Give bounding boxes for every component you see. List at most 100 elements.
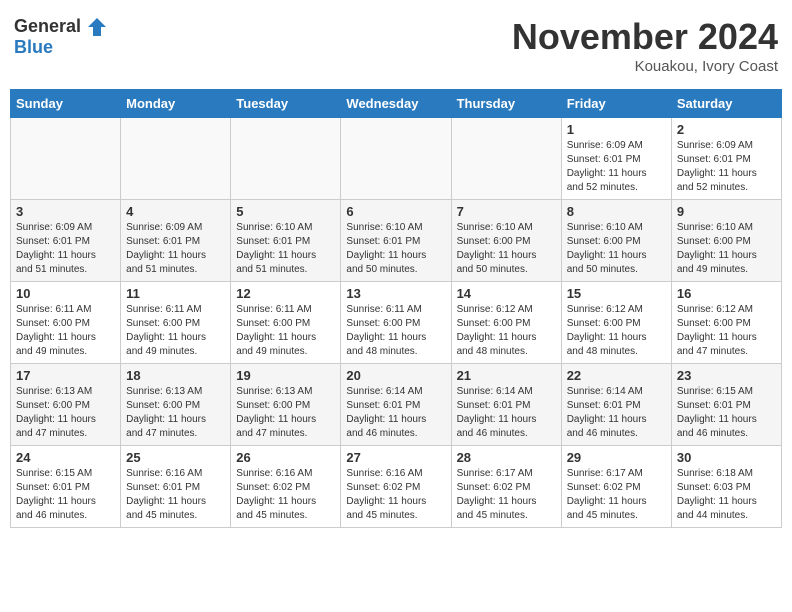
day-info: Sunrise: 6:14 AM Sunset: 6:01 PM Dayligh…: [346, 385, 445, 441]
location-title: Kouakou, Ivory Coast: [512, 58, 778, 75]
calendar-week-2: 3 Sunrise: 6:09 AM Sunset: 6:01 PM Daylig…: [11, 200, 782, 282]
calendar-week-4: 17 Sunrise: 6:13 AM Sunset: 6:00 PM Dayli…: [11, 364, 782, 446]
day-number: 12: [236, 286, 335, 301]
day-info: Sunrise: 6:10 AM Sunset: 6:00 PM Dayligh…: [567, 221, 666, 277]
day-info: Sunrise: 6:16 AM Sunset: 6:01 PM Dayligh…: [126, 467, 225, 523]
calendar-cell: 26 Sunrise: 6:16 AM Sunset: 6:02 PM Dayli…: [231, 446, 341, 528]
weekday-header-tuesday: Tuesday: [231, 90, 341, 118]
calendar-cell: 28 Sunrise: 6:17 AM Sunset: 6:02 PM Dayli…: [451, 446, 561, 528]
weekday-header-saturday: Saturday: [671, 90, 781, 118]
calendar-cell: [231, 118, 341, 200]
weekday-header-thursday: Thursday: [451, 90, 561, 118]
day-number: 5: [236, 204, 335, 219]
calendar-cell: 9 Sunrise: 6:10 AM Sunset: 6:00 PM Daylig…: [671, 200, 781, 282]
calendar-table: SundayMondayTuesdayWednesdayThursdayFrid…: [10, 89, 782, 528]
logo-icon: [86, 16, 108, 38]
calendar-cell: 6Sunrise: 6:10 AM Sunset: 6:01 PM Daylig…: [341, 200, 451, 282]
calendar-cell: [11, 118, 121, 200]
day-info: Sunrise: 6:09 AM Sunset: 6:01 PM Dayligh…: [567, 139, 666, 195]
logo-general: General: [14, 16, 108, 38]
calendar-cell: 19Sunrise: 6:13 AM Sunset: 6:00 PM Dayli…: [231, 364, 341, 446]
day-info: Sunrise: 6:11 AM Sunset: 6:00 PM Dayligh…: [346, 303, 445, 359]
calendar-week-5: 24Sunrise: 6:15 AM Sunset: 6:01 PM Dayli…: [11, 446, 782, 528]
calendar-cell: [121, 118, 231, 200]
day-info: Sunrise: 6:14 AM Sunset: 6:01 PM Dayligh…: [457, 385, 556, 441]
calendar-cell: [341, 118, 451, 200]
day-number: 8: [567, 204, 666, 219]
day-number: 7: [457, 204, 556, 219]
day-info: Sunrise: 6:15 AM Sunset: 6:01 PM Dayligh…: [677, 385, 776, 441]
day-number: 2: [677, 122, 776, 137]
day-number: 1: [567, 122, 666, 137]
calendar-cell: 14Sunrise: 6:12 AM Sunset: 6:00 PM Dayli…: [451, 282, 561, 364]
day-info: Sunrise: 6:14 AM Sunset: 6:01 PM Dayligh…: [567, 385, 666, 441]
title-area: November 2024 Kouakou, Ivory Coast: [512, 16, 778, 75]
logo: General Blue: [14, 16, 108, 58]
day-info: Sunrise: 6:11 AM Sunset: 6:00 PM Dayligh…: [126, 303, 225, 359]
calendar-cell: 10 Sunrise: 6:11 AM Sunset: 6:00 PM Dayli…: [11, 282, 121, 364]
calendar-cell: 24Sunrise: 6:15 AM Sunset: 6:01 PM Dayli…: [11, 446, 121, 528]
day-info: Sunrise: 6:10 AM Sunset: 6:00 PM Dayligh…: [677, 221, 776, 277]
day-number: 26: [236, 450, 335, 465]
day-number: 14: [457, 286, 556, 301]
weekday-header-friday: Friday: [561, 90, 671, 118]
calendar-cell: 4 Sunrise: 6:09 AM Sunset: 6:01 PM Daylig…: [121, 200, 231, 282]
calendar-cell: 11 Sunrise: 6:11 AM Sunset: 6:00 PM Dayli…: [121, 282, 231, 364]
day-number: 23: [677, 368, 776, 383]
day-number: 25: [126, 450, 225, 465]
day-info: Sunrise: 6:16 AM Sunset: 6:02 PM Dayligh…: [346, 467, 445, 523]
calendar-cell: 7 Sunrise: 6:10 AM Sunset: 6:00 PM Daylig…: [451, 200, 561, 282]
calendar-cell: 15Sunrise: 6:12 AM Sunset: 6:00 PM Dayli…: [561, 282, 671, 364]
calendar-cell: 16Sunrise: 6:12 AM Sunset: 6:00 PM Dayli…: [671, 282, 781, 364]
day-number: 11: [126, 286, 225, 301]
calendar-cell: 5Sunrise: 6:10 AM Sunset: 6:01 PM Daylig…: [231, 200, 341, 282]
day-info: Sunrise: 6:10 AM Sunset: 6:00 PM Dayligh…: [457, 221, 556, 277]
day-number: 9: [677, 204, 776, 219]
day-number: 13: [346, 286, 445, 301]
day-number: 18: [126, 368, 225, 383]
day-info: Sunrise: 6:13 AM Sunset: 6:00 PM Dayligh…: [16, 385, 115, 441]
weekday-header-sunday: Sunday: [11, 90, 121, 118]
day-number: 20: [346, 368, 445, 383]
calendar-week-1: 1 Sunrise: 6:09 AM Sunset: 6:01 PM Daylig…: [11, 118, 782, 200]
day-number: 22: [567, 368, 666, 383]
calendar-cell: 30Sunrise: 6:18 AM Sunset: 6:03 PM Dayli…: [671, 446, 781, 528]
month-title: November 2024: [512, 16, 778, 58]
day-info: Sunrise: 6:09 AM Sunset: 6:01 PM Dayligh…: [677, 139, 776, 195]
day-number: 21: [457, 368, 556, 383]
day-number: 28: [457, 450, 556, 465]
day-number: 27: [346, 450, 445, 465]
day-number: 19: [236, 368, 335, 383]
calendar-cell: 22 Sunrise: 6:14 AM Sunset: 6:01 PM Dayli…: [561, 364, 671, 446]
calendar-cell: 29Sunrise: 6:17 AM Sunset: 6:02 PM Dayli…: [561, 446, 671, 528]
calendar-week-3: 10 Sunrise: 6:11 AM Sunset: 6:00 PM Dayli…: [11, 282, 782, 364]
calendar-cell: 1 Sunrise: 6:09 AM Sunset: 6:01 PM Daylig…: [561, 118, 671, 200]
day-info: Sunrise: 6:11 AM Sunset: 6:00 PM Dayligh…: [16, 303, 115, 359]
day-info: Sunrise: 6:18 AM Sunset: 6:03 PM Dayligh…: [677, 467, 776, 523]
day-number: 4: [126, 204, 225, 219]
calendar-cell: 2 Sunrise: 6:09 AM Sunset: 6:01 PM Daylig…: [671, 118, 781, 200]
day-number: 29: [567, 450, 666, 465]
day-number: 10: [16, 286, 115, 301]
day-info: Sunrise: 6:17 AM Sunset: 6:02 PM Dayligh…: [457, 467, 556, 523]
day-info: Sunrise: 6:11 AM Sunset: 6:00 PM Dayligh…: [236, 303, 335, 359]
day-info: Sunrise: 6:09 AM Sunset: 6:01 PM Dayligh…: [126, 221, 225, 277]
day-info: Sunrise: 6:09 AM Sunset: 6:01 PM Dayligh…: [16, 221, 115, 277]
weekday-header-row: SundayMondayTuesdayWednesdayThursdayFrid…: [11, 90, 782, 118]
calendar-cell: 20 Sunrise: 6:14 AM Sunset: 6:01 PM Dayli…: [341, 364, 451, 446]
day-info: Sunrise: 6:13 AM Sunset: 6:00 PM Dayligh…: [126, 385, 225, 441]
day-info: Sunrise: 6:12 AM Sunset: 6:00 PM Dayligh…: [677, 303, 776, 359]
day-number: 17: [16, 368, 115, 383]
day-info: Sunrise: 6:16 AM Sunset: 6:02 PM Dayligh…: [236, 467, 335, 523]
logo-blue: Blue: [14, 38, 108, 58]
calendar-cell: 17 Sunrise: 6:13 AM Sunset: 6:00 PM Dayli…: [11, 364, 121, 446]
header: General Blue November 2024 Kouakou, Ivor…: [10, 10, 782, 81]
day-number: 3: [16, 204, 115, 219]
calendar-cell: 18 Sunrise: 6:13 AM Sunset: 6:00 PM Dayli…: [121, 364, 231, 446]
day-number: 24: [16, 450, 115, 465]
calendar-cell: 8 Sunrise: 6:10 AM Sunset: 6:00 PM Daylig…: [561, 200, 671, 282]
day-number: 6: [346, 204, 445, 219]
weekday-header-wednesday: Wednesday: [341, 90, 451, 118]
calendar-cell: 21 Sunrise: 6:14 AM Sunset: 6:01 PM Dayli…: [451, 364, 561, 446]
calendar-cell: 25 Sunrise: 6:16 AM Sunset: 6:01 PM Dayli…: [121, 446, 231, 528]
